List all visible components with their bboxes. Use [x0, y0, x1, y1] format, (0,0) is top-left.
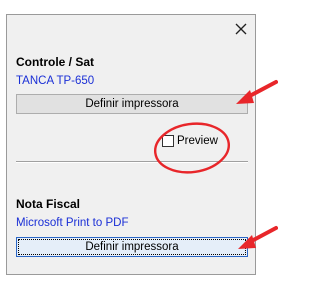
sat-define-printer-button[interactable]: Definir impressora	[16, 94, 248, 114]
nfe-define-printer-button[interactable]: Definir impressora	[16, 237, 248, 257]
sat-section-title: Controle / Sat	[16, 55, 95, 69]
preview-label: Preview	[177, 135, 218, 147]
preview-checkbox[interactable]	[162, 135, 174, 147]
preview-option[interactable]: Preview	[162, 135, 218, 147]
nfe-printer-name: Microsoft Print to PDF	[16, 217, 129, 229]
sat-define-printer-label: Definir impressora	[85, 98, 179, 110]
screenshot-frame: Controle / Sat TANCA TP-650 Definir impr…	[0, 0, 278, 293]
section-divider	[16, 161, 248, 163]
sat-printer-name: TANCA TP-650	[16, 75, 95, 87]
close-button[interactable]	[233, 21, 249, 37]
close-icon	[235, 23, 247, 35]
nfe-section-title: Nota Fiscal	[16, 197, 81, 211]
print-settings-dialog: Controle / Sat TANCA TP-650 Definir impr…	[6, 14, 256, 275]
nfe-define-printer-label: Definir impressora	[85, 241, 179, 253]
